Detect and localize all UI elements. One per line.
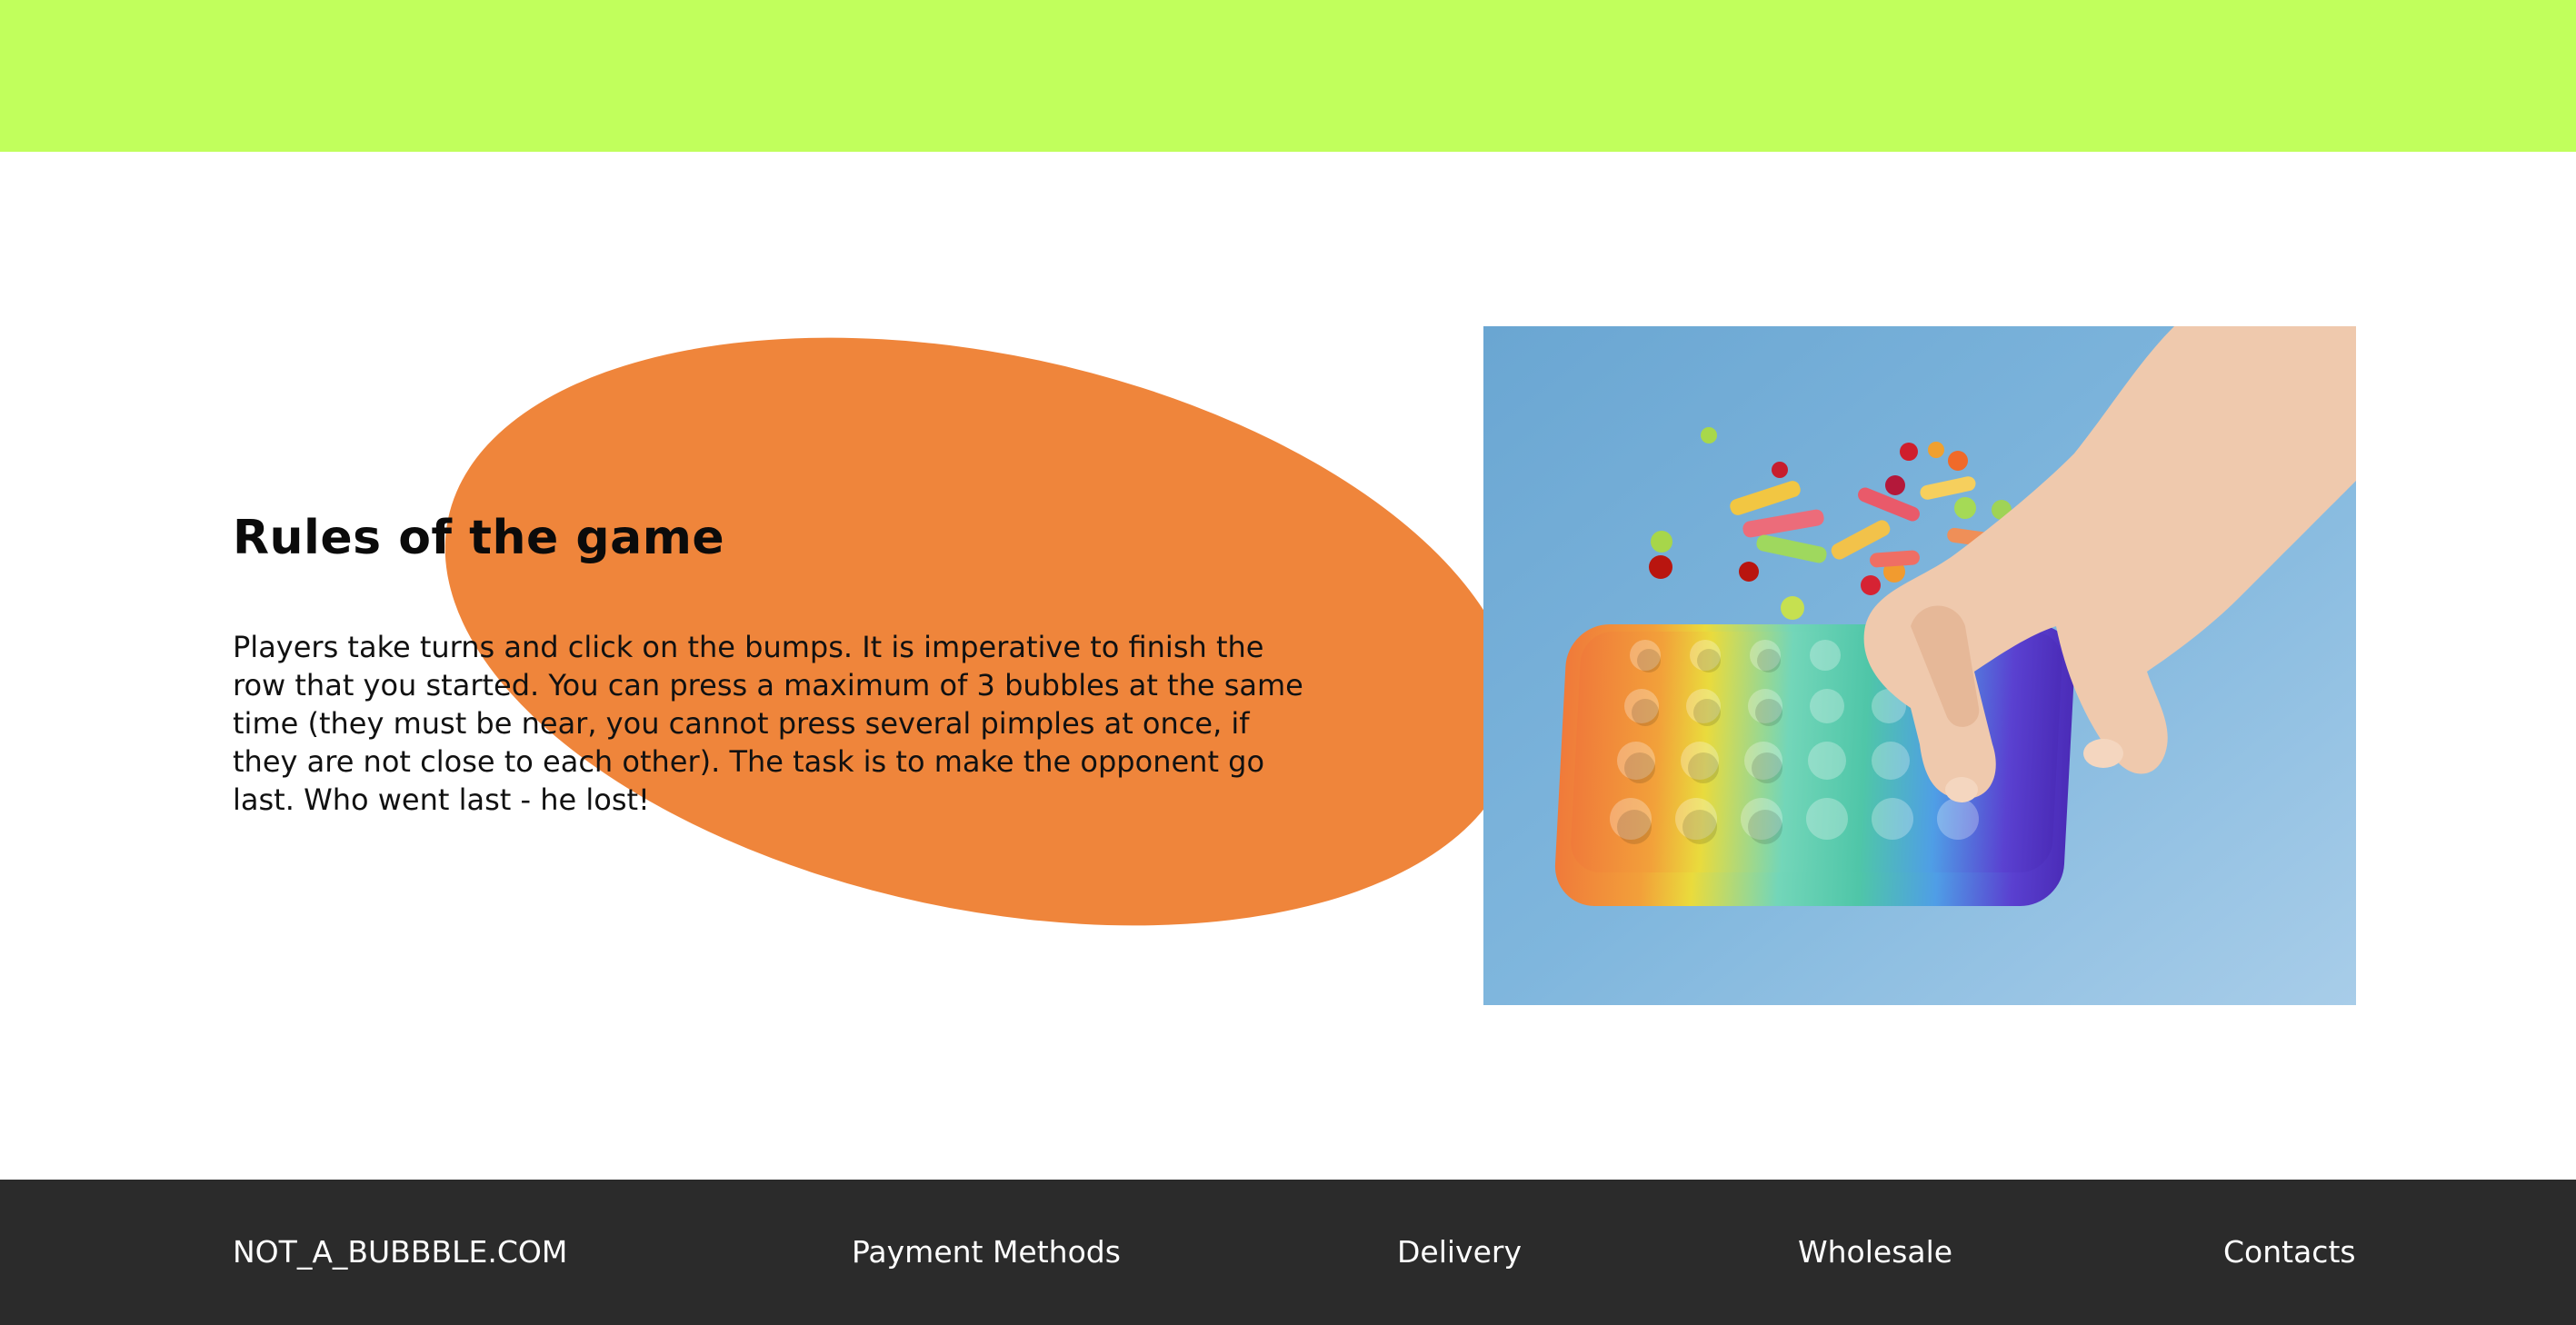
rules-text: Players take turns and click on the bump… [233, 630, 1303, 817]
footer-link-payment-methods[interactable]: Payment Methods [852, 1234, 1121, 1270]
site-footer: NOT_A_BUBBBLE.COM Payment Methods Delive… [0, 1180, 2576, 1325]
top-header-band [0, 0, 2576, 152]
footer-brand-link[interactable]: NOT_A_BUBBBLE.COM [233, 1234, 567, 1270]
pop-it-toy-photo [1483, 326, 2356, 1005]
rules-section: Rules of the game Players take turns and… [0, 152, 2576, 1180]
footer-link-delivery[interactable]: Delivery [1397, 1234, 1522, 1270]
footer-link-wholesale[interactable]: Wholesale [1798, 1234, 1952, 1270]
footer-link-contacts[interactable]: Contacts [2223, 1234, 2356, 1270]
page-title: Rules of the game [233, 511, 725, 565]
